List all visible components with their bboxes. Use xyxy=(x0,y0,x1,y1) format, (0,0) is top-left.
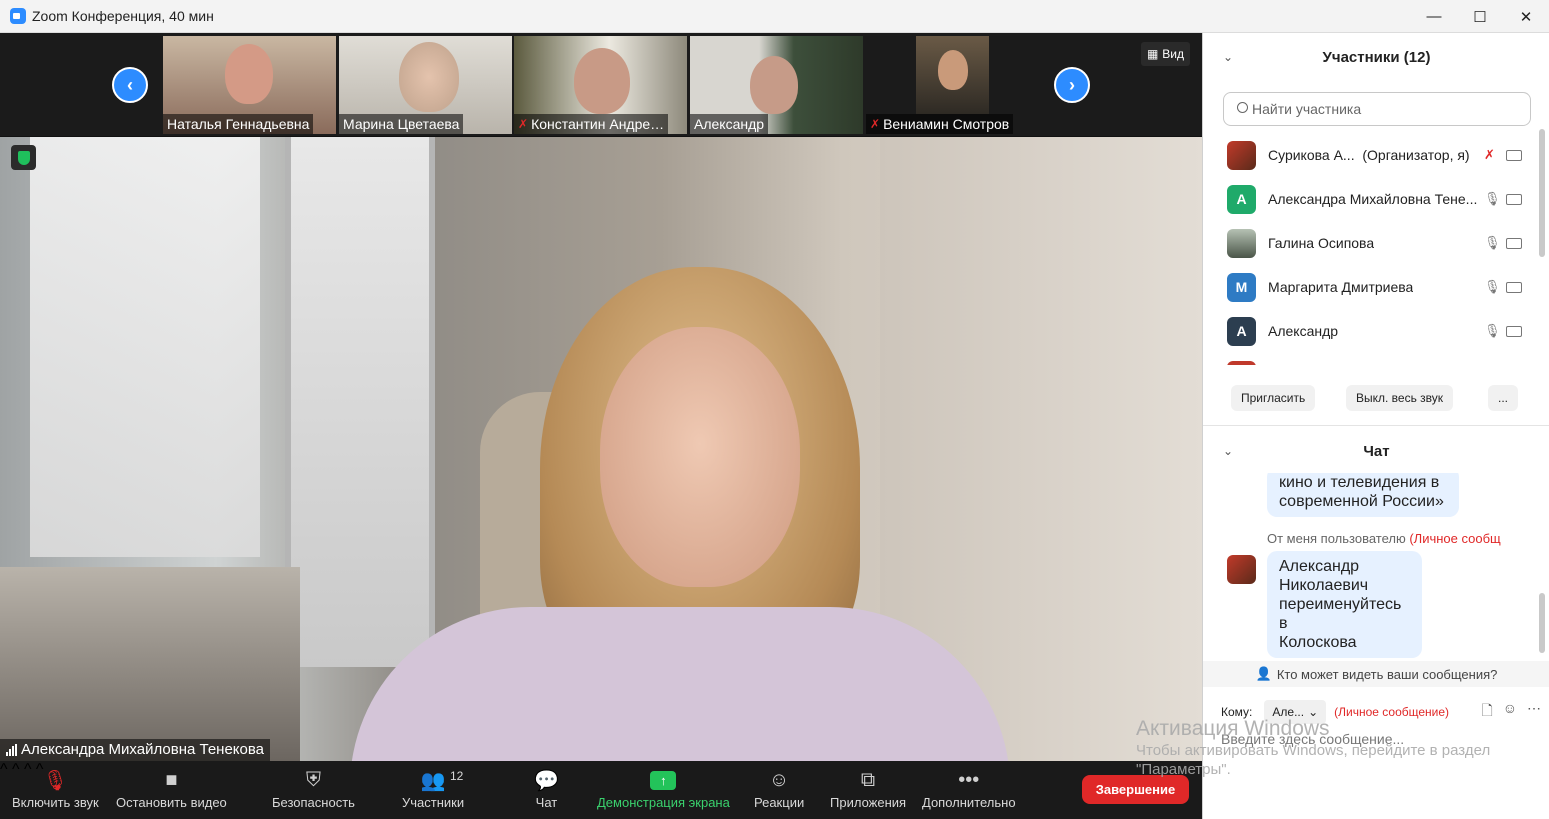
chat-button[interactable]: 💬 Чат xyxy=(534,765,559,811)
participant-name: Наталья Геннадьевна xyxy=(163,114,314,134)
participant-row[interactable]: Сурикова А... (Организатор, я) ✗ xyxy=(1203,133,1549,177)
mic-icon[interactable]: 🎙 xyxy=(1484,279,1501,295)
chat-scrollbar[interactable] xyxy=(1539,593,1545,653)
signal-strength-icon xyxy=(6,744,17,756)
encryption-shield-icon[interactable] xyxy=(11,145,36,170)
minimize-button[interactable]: — xyxy=(1411,0,1457,33)
mic-muted-icon: 🎙 xyxy=(42,769,69,792)
reactions-button[interactable]: ☺ Реакции xyxy=(754,765,804,811)
people-icon: 👥 xyxy=(420,769,446,792)
video-thumbnail[interactable]: Александр xyxy=(690,36,863,134)
avatar xyxy=(1227,140,1256,170)
avatar xyxy=(1227,228,1256,258)
avatar: A xyxy=(1227,184,1256,214)
participant-row[interactable]: M Маргарита Дмитриева 🎙 xyxy=(1203,265,1549,309)
next-page-button[interactable]: › xyxy=(1054,67,1090,103)
mic-icon[interactable]: 🎙 xyxy=(1484,191,1501,207)
participant-name: ✗ Константин Андре… xyxy=(514,114,669,134)
speaker-name-label: Александра Михайловна Тенекова xyxy=(0,739,271,761)
prev-page-button[interactable]: ‹ xyxy=(112,67,148,103)
participants-header: ⌄ Участники (12) xyxy=(1223,48,1431,66)
mic-muted-icon: ✗ xyxy=(870,117,881,131)
participants-more-button[interactable]: ... xyxy=(1488,385,1519,411)
search-icon xyxy=(1237,102,1248,113)
participant-row[interactable]: Галина Осипова 🎙 xyxy=(1203,221,1549,265)
participants-count-badge: 12 xyxy=(450,769,464,783)
avatar xyxy=(1227,360,1256,365)
video-camera-icon[interactable] xyxy=(1506,237,1522,249)
chat-bubble-icon: 💬 xyxy=(534,769,559,792)
participants-list: Сурикова А... (Организатор, я) ✗ A Алекс… xyxy=(1203,133,1549,365)
gallery-strip: ‹ Наталья Геннадьевна Марина Цветаева ✗ К… xyxy=(0,33,1202,136)
windows-activation-watermark: Активация Windows Чтобы активировать Win… xyxy=(1136,717,1491,778)
more-dots-icon: ••• xyxy=(958,768,980,791)
unmute-button[interactable]: 🎙 Включить звук xyxy=(12,765,99,811)
mute-all-button[interactable]: Выкл. весь звук xyxy=(1346,385,1454,411)
video-thumbnail[interactable]: ✗ Константин Андре… xyxy=(514,36,687,134)
collapse-chevron-icon[interactable]: ⌄ xyxy=(1223,444,1233,458)
avatar xyxy=(1227,555,1256,584)
stop-video-button[interactable]: ■ Остановить видео xyxy=(116,765,227,811)
avatar: A xyxy=(1227,316,1256,346)
zoom-logo-icon xyxy=(10,8,26,24)
video-thumbnail[interactable]: Наталья Геннадьевна xyxy=(163,36,336,134)
shield-icon: ⛨ xyxy=(305,768,321,791)
chat-message: кино и телевидения в современной России» xyxy=(1267,473,1459,517)
participant-row[interactable]: A Александра Михайловна Тене... 🎙 xyxy=(1203,177,1549,221)
window-controls: — ☐ ✕ xyxy=(1411,0,1549,33)
video-thumbnail[interactable]: ✗ Вениамин Смотров xyxy=(866,36,1039,134)
chat-header: ⌄ Чат xyxy=(1223,442,1390,460)
video-thumbnail[interactable]: Марина Цветаева xyxy=(339,36,512,134)
participant-search-input[interactable]: Найти участника xyxy=(1223,92,1531,126)
apps-icon: ⧉ xyxy=(860,768,876,791)
meeting-toolbar: 🎙 Включить звук ^ ■ Остановить видео ^ ⛨… xyxy=(0,761,1202,819)
invite-button[interactable]: Пригласить xyxy=(1231,385,1316,411)
chevron-left-icon: ‹ xyxy=(127,74,133,95)
apps-button[interactable]: ⧉ Приложения xyxy=(830,765,906,811)
chat-messages: кино и телевидения в современной России»… xyxy=(1203,473,1549,661)
mic-muted-icon: ✗ xyxy=(518,117,529,131)
video-camera-icon: ■ xyxy=(165,768,178,791)
audio-options-caret[interactable]: ^ xyxy=(0,761,8,778)
participants-actions: Пригласить Выкл. весь звук ... xyxy=(1203,385,1549,411)
view-button[interactable]: ▦ Вид xyxy=(1140,42,1190,66)
person-lock-icon: 👤 xyxy=(1255,666,1272,681)
video-camera-icon[interactable] xyxy=(1506,193,1522,205)
maximize-button[interactable]: ☐ xyxy=(1457,0,1503,33)
participant-name: Марина Цветаева xyxy=(339,114,464,134)
participants-scrollbar[interactable] xyxy=(1539,129,1545,257)
end-meeting-button[interactable]: Завершение xyxy=(1082,775,1189,804)
who-can-see-link[interactable]: 👤 Кто может видеть ваши сообщения? xyxy=(1203,661,1549,687)
share-arrow-icon: ↑ xyxy=(650,770,677,790)
participant-name: ✗ Вениамин Смотров xyxy=(866,114,1014,134)
security-button[interactable]: ⛨ Безопасность xyxy=(272,765,355,811)
grid-icon: ▦ xyxy=(1146,47,1159,61)
participant-row[interactable]: A Александр 🎙 xyxy=(1203,309,1549,353)
mic-muted-icon[interactable]: ✗ xyxy=(1484,147,1495,163)
window-title: Zoom Конференция, 40 мин xyxy=(32,8,214,24)
participant-row[interactable] xyxy=(1203,353,1549,365)
mic-icon[interactable]: 🎙 xyxy=(1484,323,1501,339)
mic-icon[interactable]: 🎙 xyxy=(1484,235,1501,251)
avatar: M xyxy=(1227,272,1256,302)
close-button[interactable]: ✕ xyxy=(1503,0,1549,33)
video-camera-icon[interactable] xyxy=(1506,325,1522,337)
video-area: ‹ Наталья Геннадьевна Марина Цветаева ✗ К… xyxy=(0,33,1202,761)
side-panel: ⌄ Участники (12) Найти участника Суриков… xyxy=(1202,33,1549,819)
more-button[interactable]: ••• Дополнительно xyxy=(922,765,1016,811)
video-camera-icon[interactable] xyxy=(1506,149,1522,161)
chat-message-meta: От меня пользователю (Личное сообщ xyxy=(1267,531,1501,546)
share-screen-button[interactable]: ↑ Демонстрация экрана xyxy=(597,765,730,810)
collapse-chevron-icon[interactable]: ⌄ xyxy=(1223,50,1233,64)
participant-name: Александр xyxy=(690,114,769,134)
smiley-plus-icon: ☺ xyxy=(768,768,790,791)
video-camera-icon[interactable] xyxy=(1506,281,1522,293)
chat-message: Александр Николаевич переименуйтесь в Ко… xyxy=(1267,551,1422,658)
active-speaker-video: Александра Михайловна Тенекова xyxy=(0,137,1202,761)
title-bar: Zoom Конференция, 40 мин — ☐ ✕ xyxy=(0,0,1549,33)
chevron-right-icon: › xyxy=(1069,74,1075,95)
